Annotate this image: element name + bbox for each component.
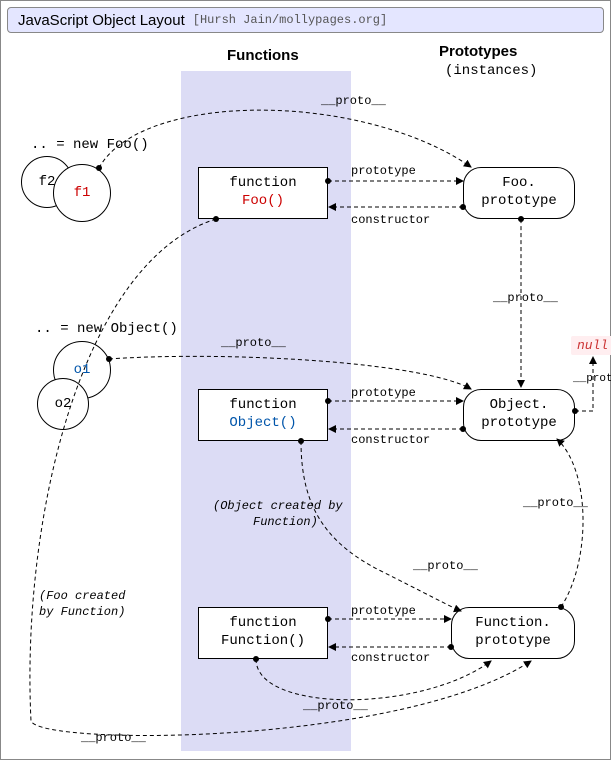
object-name: Object() bbox=[229, 415, 296, 431]
edge-proto-foop: __proto__ bbox=[493, 291, 558, 305]
edge-prototype-func: prototype bbox=[351, 604, 416, 618]
foo-prototype-box: Foo. prototype bbox=[463, 167, 575, 219]
object-proto-l1: Object. bbox=[490, 397, 549, 413]
function-proto-l1: Function. bbox=[475, 615, 551, 631]
edge-proto-f1: __proto__ bbox=[321, 94, 386, 108]
edge-proto-foo-func: __proto__ bbox=[81, 731, 146, 745]
function-object-box: function Object() bbox=[198, 389, 328, 441]
foo-kw: function bbox=[229, 175, 296, 191]
foo-proto-l1: Foo. bbox=[502, 175, 536, 191]
instance-f1: f1 bbox=[53, 164, 111, 222]
function-kw: function bbox=[229, 615, 296, 631]
col-prototypes-sub: (instances) bbox=[445, 63, 537, 79]
function-prototype-box: Function. prototype bbox=[451, 607, 575, 659]
note-obj-created-2: Function) bbox=[253, 515, 318, 529]
note-obj-created-1: (Object created by bbox=[213, 499, 343, 513]
instance-o2: o2 bbox=[37, 378, 89, 430]
edge-constructor-obj: constructor bbox=[351, 433, 430, 447]
col-functions: Functions bbox=[227, 47, 299, 64]
edge-proto-objp: __proto__ bbox=[573, 373, 611, 385]
edge-proto-obj-func: __proto__ bbox=[413, 559, 478, 573]
object-kw: function bbox=[229, 397, 296, 413]
note-foo-created-1: (Foo created bbox=[39, 589, 125, 603]
new-foo-label: .. = new Foo() bbox=[31, 137, 149, 153]
function-function-box: function Function() bbox=[198, 607, 328, 659]
edge-proto-funcp-obj: __proto__ bbox=[523, 496, 588, 510]
diagram-canvas: JavaScript Object Layout [Hursh Jain/mol… bbox=[0, 0, 611, 760]
title-text: JavaScript Object Layout bbox=[18, 12, 185, 29]
object-proto-l2: prototype bbox=[481, 415, 557, 431]
function-proto-l2: prototype bbox=[475, 633, 551, 649]
null-box: null bbox=[571, 336, 611, 355]
f1-label: f1 bbox=[74, 185, 91, 201]
edge-proto-o1: __proto__ bbox=[221, 336, 286, 350]
o1-label: o1 bbox=[74, 362, 91, 378]
new-object-label: .. = new Object() bbox=[35, 321, 178, 337]
edge-constructor-func: constructor bbox=[351, 651, 430, 665]
object-prototype-box: Object. prototype bbox=[463, 389, 575, 441]
o2-label: o2 bbox=[55, 396, 72, 412]
edge-proto-func-self: __proto__ bbox=[303, 699, 368, 713]
note-foo-created-2: by Function) bbox=[39, 605, 125, 619]
title-credit: [Hursh Jain/mollypages.org] bbox=[193, 13, 387, 27]
foo-proto-l2: prototype bbox=[481, 193, 557, 209]
edge-prototype-obj: prototype bbox=[351, 386, 416, 400]
function-name: Function() bbox=[221, 633, 305, 649]
foo-name: Foo() bbox=[242, 193, 284, 209]
title-bar: JavaScript Object Layout [Hursh Jain/mol… bbox=[7, 7, 604, 33]
edge-constructor-foo: constructor bbox=[351, 213, 430, 227]
edge-prototype-foo: prototype bbox=[351, 164, 416, 178]
col-prototypes: Prototypes bbox=[439, 43, 517, 60]
function-foo-box: function Foo() bbox=[198, 167, 328, 219]
